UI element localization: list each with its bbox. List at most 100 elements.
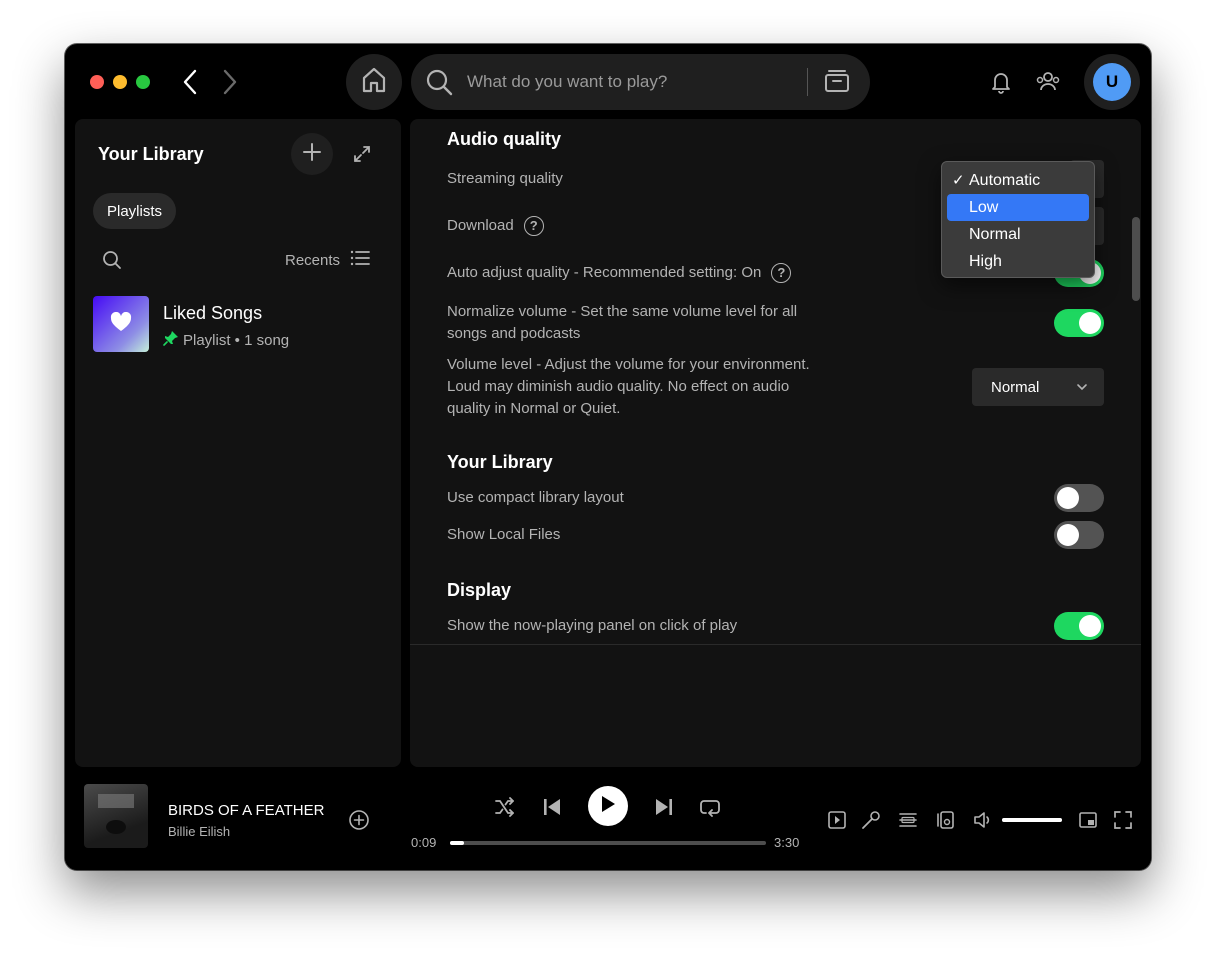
library-search-icon[interactable] (99, 247, 125, 273)
auto-adjust-row: Auto adjust quality - Recommended settin… (447, 262, 792, 284)
checkmark-icon: ✓ (952, 172, 965, 189)
menu-item-normal[interactable]: Normal (947, 221, 1089, 248)
volume-slider[interactable] (1002, 818, 1062, 822)
section-heading-display: Display (447, 580, 512, 600)
now-playing-bar: BIRDS OF A FEATHER Billie Eilish 0:09 3:… (65, 774, 1151, 870)
sort-label: Recents (285, 251, 341, 269)
now-playing-view-icon[interactable] (824, 807, 850, 833)
playback-progress-fill (450, 841, 464, 845)
compact-layout-label: Use compact library layout (447, 489, 624, 506)
connect-device-icon[interactable] (932, 807, 958, 833)
browse-icon (823, 67, 851, 98)
bell-icon[interactable] (986, 66, 1016, 98)
show-local-files-label: Show Local Files (447, 526, 561, 543)
window-minimize-button[interactable] (113, 75, 127, 89)
volume-level-select[interactable]: Normal (972, 368, 1104, 406)
menu-item-label: Low (969, 198, 999, 216)
menu-item-high[interactable]: High (947, 248, 1089, 275)
shuffle-icon[interactable] (490, 792, 520, 822)
home-icon (360, 66, 388, 99)
app-window: U Your Library Playlists Recents (65, 44, 1151, 870)
menu-item-low[interactable]: Low (947, 194, 1089, 221)
album-cover[interactable] (84, 784, 148, 848)
toggle-knob (1079, 312, 1101, 334)
streaming-quality-label: Streaming quality (447, 170, 563, 187)
pin-icon (163, 330, 179, 350)
volume-level-label: Volume level - Adjust the volume for you… (447, 354, 810, 420)
search-bar[interactable] (411, 54, 870, 110)
profile-button[interactable]: U (1084, 54, 1140, 110)
avatar: U (1093, 63, 1131, 101)
play-button[interactable] (588, 786, 628, 826)
section-heading-your-library: Your Library (447, 452, 553, 472)
volume-level-line: Loud may diminish audio quality. No effe… (447, 378, 790, 395)
volume-level-value: Normal (991, 378, 1040, 396)
friend-activity-icon[interactable] (1033, 66, 1063, 98)
normalize-volume-toggle[interactable] (1054, 309, 1104, 337)
track-title[interactable]: BIRDS OF A FEATHER (168, 802, 324, 819)
previous-track-icon[interactable] (537, 792, 567, 822)
menu-item-automatic[interactable]: ✓ Automatic (947, 167, 1089, 194)
library-title[interactable]: Your Library (98, 144, 204, 165)
forward-icon[interactable] (215, 66, 245, 98)
show-local-files-toggle[interactable] (1054, 521, 1104, 549)
download-label: Download (447, 217, 514, 234)
normalize-volume-line: songs and podcasts (447, 325, 581, 342)
fullscreen-icon[interactable] (1110, 807, 1136, 833)
elapsed-time: 0:09 (411, 835, 437, 850)
sort-button[interactable]: Recents (285, 249, 370, 271)
search-icon (425, 68, 453, 101)
menu-item-label: High (969, 252, 1002, 270)
back-icon[interactable] (175, 66, 205, 98)
toggle-knob (1057, 487, 1079, 509)
add-to-library-icon[interactable] (347, 808, 371, 832)
plus-icon (303, 142, 321, 166)
library-item-subtitle-row: Playlist • 1 song (163, 330, 289, 350)
help-icon[interactable]: ? (523, 216, 544, 236)
list-icon (350, 249, 370, 271)
playback-progress-bar[interactable] (450, 841, 766, 845)
liked-songs-cover (93, 296, 149, 352)
window-zoom-button[interactable] (136, 75, 150, 89)
now-playing-panel-toggle[interactable] (1054, 612, 1104, 640)
settings-panel-footer (410, 644, 1141, 767)
auto-adjust-label: Auto adjust quality - Recommended settin… (447, 264, 762, 281)
toggle-knob (1079, 615, 1101, 637)
chevron-down-icon (1076, 380, 1088, 397)
mini-player-icon[interactable] (1075, 807, 1101, 833)
menu-item-label: Normal (969, 225, 1021, 243)
heart-icon (110, 311, 132, 337)
play-icon (600, 795, 616, 818)
search-input[interactable] (467, 68, 797, 96)
repeat-icon[interactable] (695, 792, 725, 822)
normalize-volume-line: Normalize volume - Set the same volume l… (447, 303, 798, 320)
volume-level-line: quality in Normal or Quiet. (447, 400, 621, 417)
toggle-knob (1057, 524, 1079, 546)
create-playlist-button[interactable] (291, 133, 333, 175)
volume-slider-fill (1002, 818, 1062, 822)
search-divider (807, 68, 808, 96)
next-track-icon[interactable] (649, 792, 679, 822)
volume-level-line: Volume level - Adjust the volume for you… (447, 356, 810, 373)
help-icon[interactable]: ? (771, 263, 792, 283)
volume-icon[interactable] (970, 807, 996, 833)
library-panel: Your Library Playlists Recents Liked Son… (75, 119, 401, 767)
library-item-subtitle: Playlist • 1 song (183, 331, 290, 349)
track-artist[interactable]: Billie Eilish (168, 824, 230, 839)
filter-chip-playlists[interactable]: Playlists (93, 193, 177, 229)
section-heading-audio-quality: Audio quality (447, 129, 561, 149)
settings-scrollbar[interactable] (1132, 217, 1140, 301)
browse-button[interactable] (819, 66, 855, 98)
streaming-quality-menu: ✓ Automatic Low Normal High (941, 161, 1095, 278)
window-close-button[interactable] (90, 75, 104, 89)
expand-library-icon[interactable] (347, 139, 377, 169)
download-row: Download ? (447, 215, 544, 237)
track-duration: 3:30 (774, 835, 800, 850)
menu-item-label: Automatic (969, 171, 1041, 189)
lyrics-icon[interactable] (858, 807, 884, 833)
home-button[interactable] (346, 54, 402, 110)
library-item-title: Liked Songs (163, 303, 263, 323)
library-item-liked-songs[interactable]: Liked Songs Playlist • 1 song (93, 296, 383, 354)
queue-icon[interactable] (895, 807, 921, 833)
compact-layout-toggle[interactable] (1054, 484, 1104, 512)
